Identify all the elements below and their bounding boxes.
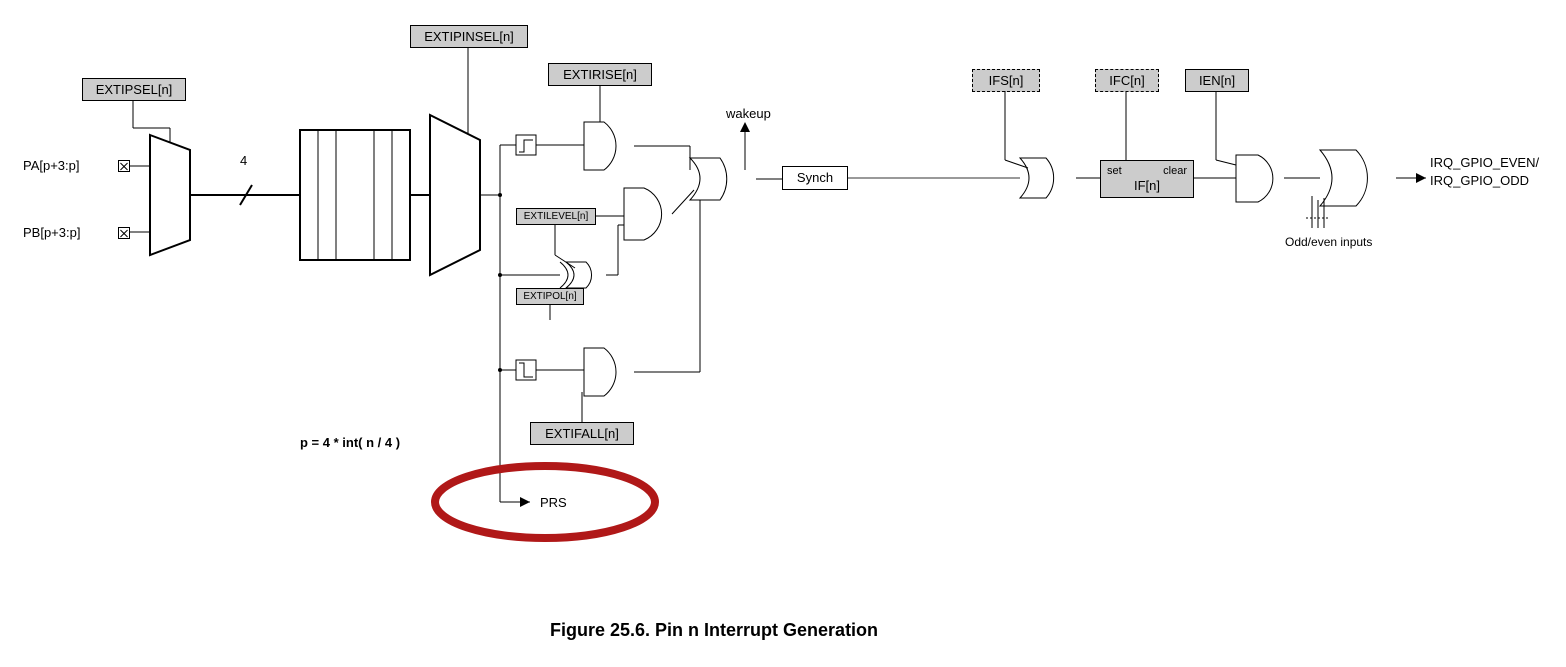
or-oddeven <box>1320 150 1367 206</box>
and-ien <box>1236 155 1273 202</box>
schematic-svg <box>0 0 1566 667</box>
diagram-canvas: EXTIPSEL[n] EXTIPINSEL[n] EXTIRISE[n] EX… <box>0 0 1566 667</box>
buffer-block <box>300 130 410 260</box>
or-edges <box>690 158 727 200</box>
and-rise <box>584 122 616 170</box>
mux-extipinsel <box>430 115 480 275</box>
mux-extipsel <box>150 135 190 255</box>
xor-pol <box>566 262 592 288</box>
and-level <box>624 188 662 240</box>
and-fall <box>584 348 616 396</box>
or-ifs <box>1020 158 1054 198</box>
highlight-prs <box>435 466 655 538</box>
